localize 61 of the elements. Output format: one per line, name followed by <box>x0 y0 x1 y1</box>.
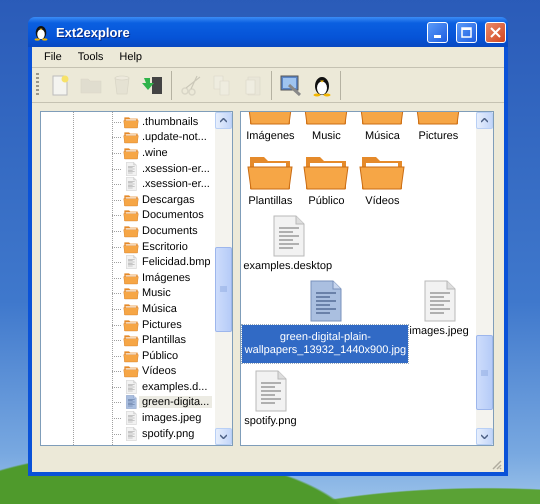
scissors-icon <box>178 73 202 97</box>
scroll-thumb[interactable] <box>215 246 232 332</box>
folder-entry[interactable]: Pictures <box>410 112 466 146</box>
document-icon <box>123 176 139 192</box>
tree-item[interactable]: Escritorio <box>41 238 216 254</box>
tree-item[interactable]: spotify.png <box>41 426 216 442</box>
window-title: Ext2explore <box>56 24 131 40</box>
scrollbar[interactable] <box>215 112 232 445</box>
penguin-icon <box>32 23 50 41</box>
scroll-down-button[interactable] <box>476 428 493 445</box>
tree-item[interactable]: Imágenes <box>41 270 216 286</box>
menu-item[interactable]: Help <box>111 51 150 63</box>
tree-item[interactable]: Documents <box>41 223 216 239</box>
document-entry[interactable]: images.jpeg <box>408 276 470 366</box>
folder-entry[interactable]: Vídeos <box>354 146 410 211</box>
tree-item[interactable]: .wine <box>41 145 216 161</box>
tree-item[interactable]: Plantillas <box>41 332 216 348</box>
tree-item[interactable]: examples.d... <box>41 379 216 395</box>
scroll-up-button[interactable] <box>215 112 232 129</box>
scroll-up-button[interactable] <box>476 112 493 129</box>
close-icon <box>490 26 501 38</box>
scrollbar[interactable] <box>476 112 493 445</box>
scroll-thumb[interactable] <box>476 335 493 410</box>
tree-item[interactable]: Music <box>41 286 216 302</box>
minimize-button[interactable] <box>427 22 448 42</box>
folder-entry[interactable]: Música <box>354 112 410 146</box>
folder-entry[interactable]: Plantillas <box>242 146 298 211</box>
tree-item[interactable]: Descargas <box>41 192 216 208</box>
resize-grip-icon[interactable] <box>490 458 502 470</box>
folder-entry[interactable]: Imágenes <box>242 112 298 146</box>
document-entry[interactable]: examples.desktop <box>242 211 334 276</box>
scroll-down-button[interactable] <box>215 428 232 445</box>
tree-item[interactable]: Pictures <box>41 316 216 332</box>
tree-item[interactable]: .thumbnails <box>41 114 216 130</box>
maximize-button[interactable] <box>456 22 477 42</box>
document-icon <box>123 410 139 426</box>
minimize-icon <box>434 34 441 38</box>
folder-entry[interactable]: Público <box>298 146 354 211</box>
tree-item[interactable]: .update-not... <box>41 130 216 146</box>
document-icon <box>123 378 139 395</box>
tree-item[interactable]: .xsession-er... <box>41 160 216 176</box>
document-entry[interactable]: spotify.png <box>242 366 298 431</box>
document-icon <box>123 254 139 270</box>
tree-item[interactable]: Documentos <box>41 208 216 224</box>
tree-item[interactable]: Público <box>41 348 216 364</box>
close-button[interactable] <box>485 22 506 42</box>
document-icon <box>123 160 139 177</box>
document-entry[interactable]: green-digital-plain-wallpapers_13932_1440x900.jpg <box>242 276 408 366</box>
monitor-wrench-icon <box>278 73 302 97</box>
tree-item[interactable]: Vídeos <box>41 364 216 380</box>
tree-item[interactable]: Felicidad.bmp <box>41 254 216 270</box>
maximize-icon <box>461 26 472 38</box>
menu-item[interactable]: File <box>36 51 70 63</box>
document-icon <box>123 426 139 442</box>
document-icon <box>123 394 139 410</box>
tree-item[interactable]: Música <box>41 301 216 317</box>
folder-entry[interactable]: Music <box>298 112 354 146</box>
tree-item[interactable]: .xsession-er... <box>41 176 216 192</box>
menu-item[interactable]: Tools <box>70 51 112 63</box>
tree-item[interactable]: green-digita... <box>41 394 216 410</box>
tree-item[interactable]: images.jpeg <box>41 410 216 426</box>
